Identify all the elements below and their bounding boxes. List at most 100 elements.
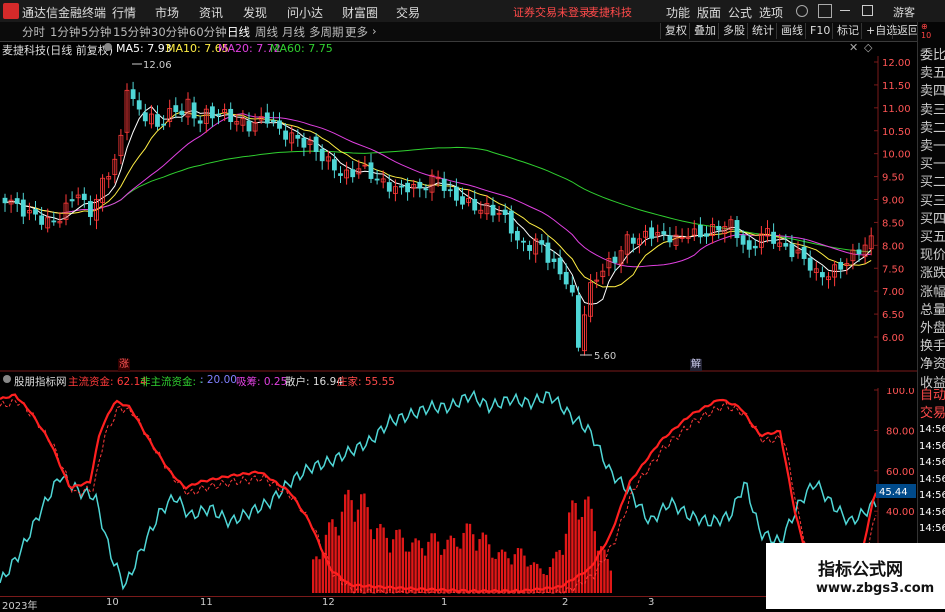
- side-item[interactable]: 卖五: [920, 62, 945, 81]
- menu-item-zixun[interactable]: 资讯: [199, 4, 223, 21]
- side-item[interactable]: 买五: [920, 226, 945, 245]
- btn-f10[interactable]: F10: [805, 23, 834, 39]
- side-item[interactable]: 涨幅: [920, 281, 945, 300]
- menu-item-faxian[interactable]: 发现: [243, 4, 267, 21]
- period-5min[interactable]: 5分钟: [81, 24, 111, 40]
- maximize-icon[interactable]: [862, 5, 873, 16]
- period-30min[interactable]: 30分钟: [151, 24, 189, 40]
- close-icon[interactable]: ✕: [849, 41, 858, 54]
- guest-label[interactable]: 游客: [893, 4, 915, 20]
- price-chart[interactable]: 12.00 11.50 11.00 10.50 10.00 9.50 9.00 8.50 8.0…: [0, 56, 917, 372]
- menu-item-caifuquan[interactable]: 财富圈: [342, 4, 378, 21]
- chevron-right-icon[interactable]: ›: [372, 24, 377, 38]
- candle-body: [216, 113, 221, 116]
- candle-body: [191, 102, 197, 119]
- histogram-bar: [587, 496, 590, 593]
- histogram-bar: [443, 549, 446, 593]
- side-item[interactable]: 总量: [920, 299, 945, 318]
- price-tick: 11.00: [882, 104, 911, 115]
- candle-body: [14, 198, 20, 204]
- candle-body: [490, 204, 496, 216]
- menu-item-banmian[interactable]: 版面: [697, 4, 721, 21]
- histogram-bar: [446, 539, 449, 593]
- histogram-bar: [385, 537, 388, 593]
- tick-time: 14:56: [919, 424, 945, 435]
- period-monthly[interactable]: 月线: [282, 24, 305, 40]
- period-daily[interactable]: 日线: [227, 24, 250, 40]
- expand-icon[interactable]: ◇: [864, 41, 872, 54]
- side-item[interactable]: 买二: [920, 171, 945, 190]
- histogram-bar: [462, 532, 465, 593]
- candle-body: [752, 245, 758, 249]
- value-20-label: : 20.00: [200, 374, 237, 386]
- histogram-bar: [331, 519, 334, 593]
- tick-time: 14:56: [919, 506, 945, 518]
- menu-item-jiaoyi[interactable]: 交易: [396, 4, 420, 21]
- period-multi[interactable]: 多周期: [309, 24, 344, 40]
- histogram-bar: [315, 556, 318, 593]
- price-tick: 9.50: [882, 173, 904, 184]
- side-auto[interactable]: 自动: [920, 384, 945, 403]
- side-item[interactable]: 外盘: [920, 317, 945, 336]
- user-icon[interactable]: [796, 5, 808, 17]
- period-fenshi[interactable]: 分时: [22, 24, 45, 40]
- candle-body: [81, 193, 87, 200]
- side-item[interactable]: 换手: [920, 335, 945, 354]
- period-weekly[interactable]: 周线: [255, 24, 278, 40]
- side-item[interactable]: 买四: [920, 208, 945, 227]
- ma10: [4, 111, 872, 288]
- price-tick: 6.00: [882, 333, 904, 344]
- indicator-tick: 80.00: [886, 426, 915, 437]
- side-item[interactable]: 净资: [920, 353, 945, 372]
- period-60min[interactable]: 60分钟: [189, 24, 227, 40]
- side-item[interactable]: 涨跌: [920, 262, 945, 281]
- candle-body: [789, 243, 795, 258]
- login-warning[interactable]: 证券交易未登录: [513, 4, 590, 20]
- jie-marker[interactable]: 解: [690, 359, 702, 371]
- btn-diejia[interactable]: 叠加: [689, 23, 720, 39]
- zhang-marker[interactable]: 涨: [118, 359, 130, 371]
- menu-item-wenxiaoda[interactable]: 问小达: [287, 4, 323, 21]
- btn-huaxian[interactable]: 画线: [776, 23, 807, 39]
- histogram-bar: [318, 559, 321, 593]
- settings-icon[interactable]: [104, 43, 112, 51]
- candle-body: [423, 188, 429, 191]
- side-item[interactable]: 卖二: [920, 117, 945, 136]
- side-item[interactable]: 卖三: [920, 99, 945, 118]
- side-item[interactable]: 委比: [920, 44, 945, 63]
- side-item[interactable]: 卖四: [920, 80, 945, 99]
- candle-body: [338, 173, 343, 176]
- side-item[interactable]: 卖一: [920, 135, 945, 154]
- side-trade[interactable]: 交易: [920, 402, 945, 421]
- period-15min[interactable]: 15分钟: [113, 24, 151, 40]
- menu-item-hangqing[interactable]: 行情: [112, 4, 136, 21]
- period-1min[interactable]: 1分钟: [50, 24, 80, 40]
- window-icon[interactable]: [818, 4, 832, 18]
- indicator-settings-icon[interactable]: [3, 375, 11, 383]
- btn-biaoji[interactable]: 标记: [832, 23, 863, 39]
- btn-fuquan[interactable]: 复权: [660, 23, 691, 39]
- candle-body: [515, 230, 520, 241]
- candle-body: [771, 231, 776, 244]
- side-item[interactable]: 买三: [920, 190, 945, 209]
- histogram-bar: [382, 527, 385, 593]
- menu-item-shichang[interactable]: 市场: [155, 4, 179, 21]
- histogram-bar: [366, 507, 369, 593]
- side-item[interactable]: 现价: [920, 244, 945, 263]
- current-value-tag: 45.44: [879, 487, 908, 498]
- price-tick: 7.50: [882, 264, 904, 275]
- menu-item-gongshi[interactable]: 公式: [728, 4, 752, 21]
- menu-item-gongneng[interactable]: 功能: [666, 4, 690, 21]
- date-label: 1: [441, 597, 448, 608]
- histogram-bar: [350, 500, 353, 593]
- period-more[interactable]: 更多: [345, 24, 368, 40]
- histogram-bar: [510, 564, 513, 593]
- btn-tongji[interactable]: 统计: [747, 23, 778, 39]
- btn-duogu[interactable]: 多股: [718, 23, 749, 39]
- side-item[interactable]: 买一: [920, 153, 945, 172]
- menu-item-xuanxiang[interactable]: 选项: [759, 4, 783, 21]
- histogram-bar: [504, 551, 507, 593]
- minimize-icon[interactable]: [840, 10, 850, 11]
- indicator-name: 股朋指标网: [14, 376, 67, 388]
- candle-body: [20, 199, 26, 217]
